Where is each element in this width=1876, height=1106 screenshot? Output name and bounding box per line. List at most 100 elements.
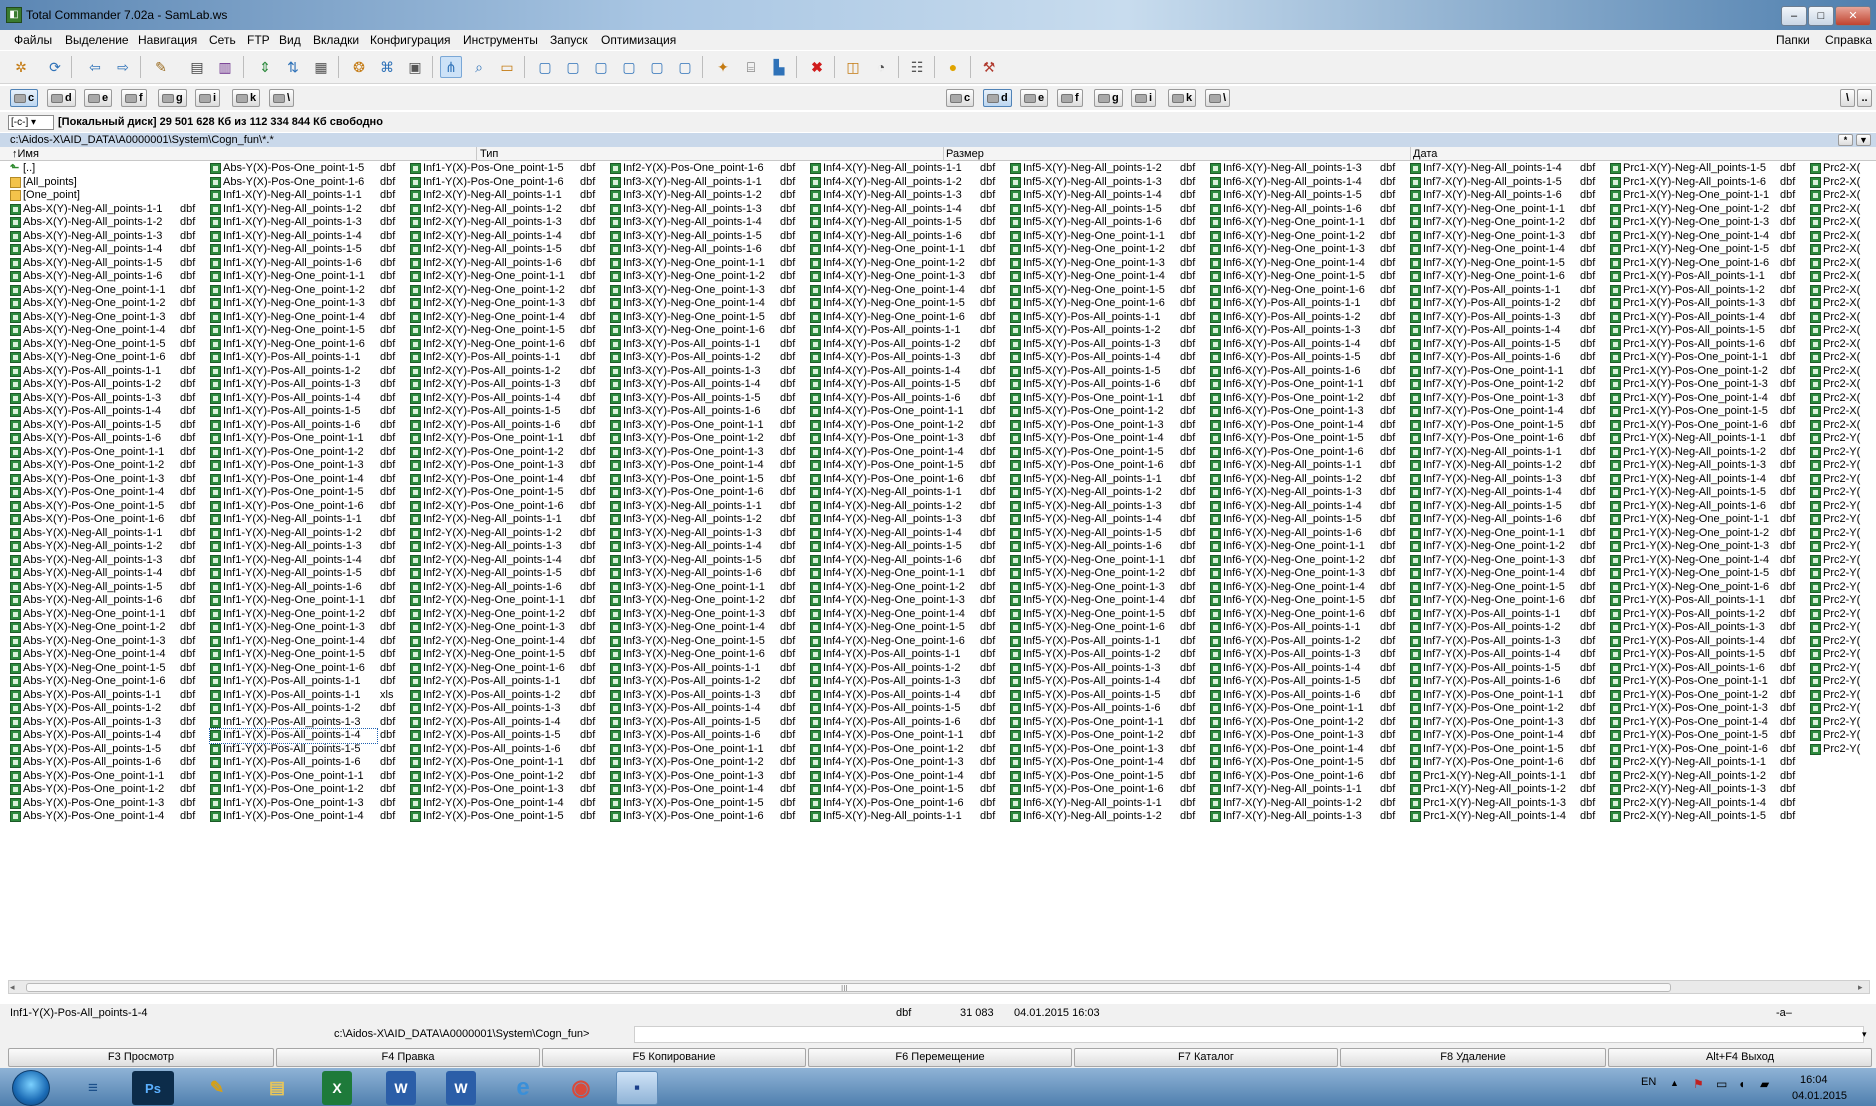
- file-row[interactable]: Inf4-Y(X)-Pos-One_point-1-4 dbf: [810, 770, 995, 784]
- file-row[interactable]: Inf6-X(Y)-Pos-All_points-1-5 dbf: [1210, 351, 1395, 365]
- left-drive-network-button[interactable]: \: [269, 89, 295, 107]
- file-row[interactable]: Inf3-Y(X)-Neg-All_points-1-1 dbf: [610, 500, 795, 514]
- file-row[interactable]: Inf1-Y(X)-Neg-One_point-1-5 dbf: [210, 648, 395, 662]
- scroll-left-icon[interactable]: ◂: [10, 982, 15, 993]
- file-row[interactable]: Inf3-X(Y)-Neg-All_points-1-3 dbf: [610, 203, 795, 217]
- file-row[interactable]: Inf1-X(Y)-Neg-One_point-1-3 dbf: [210, 297, 395, 311]
- tray-network-icon[interactable]: ▭: [1716, 1077, 1727, 1091]
- file-row[interactable]: Prc1-X(Y)-Pos-One_point-1-2 dbf: [1610, 365, 1795, 379]
- file-row[interactable]: Inf2-Y(X)-Neg-One_point-1-5 dbf: [410, 648, 595, 662]
- file-row[interactable]: Inf5-Y(X)-Neg-One_point-1-4 dbf: [1010, 594, 1195, 608]
- file-row[interactable]: Inf6-X(Y)-Pos-All_points-1-1 dbf: [1210, 297, 1395, 311]
- file-row[interactable]: Inf6-X(Y)-Pos-All_points-1-2 dbf: [1210, 311, 1395, 325]
- file-row[interactable]: Inf3-X(Y)-Neg-One_point-1-5 dbf: [610, 311, 795, 325]
- file-row[interactable]: Inf3-Y(X)-Neg-One_point-1-2 dbf: [610, 594, 795, 608]
- file-row[interactable]: Prc1-Y(X)-Pos-All_points-1-6 dbf: [1610, 662, 1795, 676]
- file-row[interactable]: Prc2-Y(: [1810, 459, 1865, 473]
- file-row[interactable]: Prc2-Y(: [1810, 432, 1865, 446]
- file-row[interactable]: Inf7-Y(X)-Pos-All_points-1-4 dbf: [1410, 648, 1595, 662]
- file-row[interactable]: Inf7-Y(X)-Pos-All_points-1-3 dbf: [1410, 635, 1595, 649]
- left-drive-d-button[interactable]: d: [47, 89, 76, 107]
- file-row[interactable]: Inf2-X(Y)-Neg-All_points-1-3 dbf: [410, 216, 595, 230]
- file-row[interactable]: Prc1-X(Y)-Pos-One_point-1-5 dbf: [1610, 405, 1795, 419]
- file-row[interactable]: Inf7-Y(X)-Neg-One_point-1-2 dbf: [1410, 540, 1595, 554]
- right-drive-i-button[interactable]: i: [1131, 89, 1157, 107]
- file-row[interactable]: Inf5-Y(X)-Neg-All_points-1-3 dbf: [1010, 500, 1195, 514]
- file-row[interactable]: Inf5-X(Y)-Pos-All_points-1-2 dbf: [1010, 324, 1195, 338]
- file-row[interactable]: Inf3-Y(X)-Neg-One_point-1-1 dbf: [610, 581, 795, 595]
- file-row[interactable]: Prc2-X(: [1810, 405, 1865, 419]
- file-row[interactable]: Inf6-X(Y)-Neg-All_points-1-5 dbf: [1210, 189, 1395, 203]
- file-row[interactable]: Inf2-Y(X)-Neg-One_point-1-4 dbf: [410, 635, 595, 649]
- file-row[interactable]: Inf2-X(Y)-Pos-All_points-1-6 dbf: [410, 419, 595, 433]
- menu-optimization[interactable]: Оптимизация: [601, 33, 676, 47]
- file-row[interactable]: Inf1-Y(X)-Pos-All_points-1-1 dbf: [210, 675, 395, 689]
- right-drive-d-button[interactable]: d: [983, 89, 1012, 107]
- file-row[interactable]: Abs-Y(X)-Pos-All_points-1-3 dbf: [10, 716, 195, 730]
- file-row[interactable]: Inf2-Y(X)-Pos-All_points-1-4 dbf: [410, 716, 595, 730]
- file-row[interactable]: Inf7-Y(X)-Neg-All_points-1-2 dbf: [1410, 459, 1595, 473]
- file-row[interactable]: Inf4-Y(X)-Pos-All_points-1-4 dbf: [810, 689, 995, 703]
- file-row[interactable]: Inf4-Y(X)-Neg-One_point-1-6 dbf: [810, 635, 995, 649]
- file-row[interactable]: Inf1-Y(X)-Pos-All_points-1-1 xls: [210, 689, 393, 703]
- file-row[interactable]: Inf5-X(Y)-Neg-All_points-1-1 dbf: [810, 810, 995, 824]
- file-row[interactable]: Inf5-X(Y)-Neg-One_point-1-3 dbf: [1010, 257, 1195, 271]
- archive-icon[interactable]: ◫: [842, 56, 864, 78]
- column-name[interactable]: ↑Имя: [12, 148, 39, 160]
- file-row[interactable]: Inf2-Y(X)-Pos-One_point-1-1 dbf: [410, 756, 595, 770]
- file-row[interactable]: Inf5-Y(X)-Pos-All_points-1-6 dbf: [1010, 702, 1195, 716]
- file-row[interactable]: Inf2-X(Y)-Neg-All_points-1-5 dbf: [410, 243, 595, 257]
- file-row[interactable]: Inf6-X(Y)-Neg-One_point-1-1 dbf: [1210, 216, 1395, 230]
- file-row[interactable]: Abs-Y(X)-Neg-One_point-1-2 dbf: [10, 621, 195, 635]
- file-row[interactable]: Inf4-X(Y)-Pos-All_points-1-5 dbf: [810, 378, 995, 392]
- file-row[interactable]: ⬑ [..]: [10, 162, 177, 176]
- file-row[interactable]: Inf2-X(Y)-Neg-One_point-1-2 dbf: [410, 284, 595, 298]
- file-row[interactable]: Inf1-X(Y)-Neg-All_points-1-3 dbf: [210, 216, 395, 230]
- menu-tabs[interactable]: Вкладки: [313, 33, 359, 47]
- file-row[interactable]: Inf7-Y(X)-Neg-All_points-1-4 dbf: [1410, 486, 1595, 500]
- file-row[interactable]: Inf4-Y(X)-Neg-All_points-1-6 dbf: [810, 554, 995, 568]
- file-row[interactable]: Inf4-X(Y)-Pos-All_points-1-4 dbf: [810, 365, 995, 379]
- file-row[interactable]: Prc1-X(Y)-Neg-All_points-1-6 dbf: [1610, 176, 1795, 190]
- file-row[interactable]: Prc2-X(: [1810, 338, 1865, 352]
- file-row[interactable]: Abs-X(Y)-Pos-One_point-1-3 dbf: [10, 473, 195, 487]
- file-row[interactable]: Inf4-Y(X)-Neg-One_point-1-5 dbf: [810, 621, 995, 635]
- file-row[interactable]: Inf5-X(Y)-Pos-One_point-1-6 dbf: [1010, 459, 1195, 473]
- file-row[interactable]: Abs-X(Y)-Pos-One_point-1-1 dbf: [10, 446, 195, 460]
- file-row[interactable]: Inf4-X(Y)-Pos-One_point-1-2 dbf: [810, 419, 995, 433]
- file-row[interactable]: Prc1-X(Y)-Neg-All_points-1-5 dbf: [1610, 162, 1795, 176]
- menu-help[interactable]: Справка: [1825, 33, 1872, 47]
- search-icon[interactable]: ⌕: [468, 56, 490, 78]
- file-row[interactable]: Inf6-Y(X)-Neg-One_point-1-2 dbf: [1210, 554, 1395, 568]
- file-row[interactable]: Prc2-X(Y)-Neg-All_points-1-2 dbf: [1610, 770, 1795, 784]
- file-row[interactable]: Abs-X(Y)-Neg-One_point-1-5 dbf: [10, 338, 195, 352]
- properties-icon[interactable]: ☷: [906, 56, 928, 78]
- file-row[interactable]: Inf7-Y(X)-Neg-One_point-1-5 dbf: [1410, 581, 1595, 595]
- file-row[interactable]: Inf7-X(Y)-Neg-One_point-1-4 dbf: [1410, 243, 1595, 257]
- file-row[interactable]: Inf4-X(Y)-Neg-One_point-1-3 dbf: [810, 270, 995, 284]
- file-row[interactable]: Inf3-Y(X)-Neg-All_points-1-5 dbf: [610, 554, 795, 568]
- file-row[interactable]: Inf7-X(Y)-Neg-All_points-1-5 dbf: [1410, 176, 1595, 190]
- file-row[interactable]: Abs-Y(X)-Neg-One_point-1-1 dbf: [10, 608, 195, 622]
- file-row[interactable]: Abs-Y(X)-Neg-All_points-1-4 dbf: [10, 567, 195, 581]
- file-row[interactable]: Inf7-Y(X)-Pos-One_point-1-3 dbf: [1410, 716, 1595, 730]
- file-row[interactable]: Prc1-X(Y)-Pos-One_point-1-1 dbf: [1610, 351, 1795, 365]
- file-row[interactable]: Inf2-Y(X)-Neg-One_point-1-2 dbf: [410, 608, 595, 622]
- file-row[interactable]: Inf5-Y(X)-Pos-One_point-1-1 dbf: [1010, 716, 1195, 730]
- file-row[interactable]: Inf3-X(Y)-Neg-One_point-1-1 dbf: [610, 257, 795, 271]
- file-row[interactable]: Prc2-Y(: [1810, 581, 1865, 595]
- column-size[interactable]: Размер: [946, 148, 984, 160]
- taskbar-app-photoshop[interactable]: Ps: [132, 1071, 174, 1105]
- clock-icon[interactable]: ◔: [870, 56, 892, 78]
- tree-icon[interactable]: ⋔: [440, 56, 462, 78]
- file-row[interactable]: Prc2-X(Y)-Neg-All_points-1-3 dbf: [1610, 783, 1795, 797]
- file-row[interactable]: Inf1-X(Y)-Pos-One_point-1-3 dbf: [210, 459, 395, 473]
- file-row[interactable]: Abs-X(Y)-Neg-All_points-1-4 dbf: [10, 243, 195, 257]
- file-row[interactable]: Inf6-X(Y)-Neg-All_points-1-2 dbf: [1010, 810, 1195, 824]
- file-row[interactable]: Inf5-Y(X)-Pos-One_point-1-4 dbf: [1010, 756, 1195, 770]
- file-row[interactable]: Abs-X(Y)-Neg-All_points-1-1 dbf: [10, 203, 195, 217]
- window-icon[interactable]: ▢: [562, 56, 584, 78]
- file-row[interactable]: Inf7-X(Y)-Pos-One_point-1-3 dbf: [1410, 392, 1595, 406]
- file-row[interactable]: Inf5-Y(X)-Neg-One_point-1-3 dbf: [1010, 581, 1195, 595]
- file-row[interactable]: Inf1-X(Y)-Pos-All_points-1-1 dbf: [210, 351, 395, 365]
